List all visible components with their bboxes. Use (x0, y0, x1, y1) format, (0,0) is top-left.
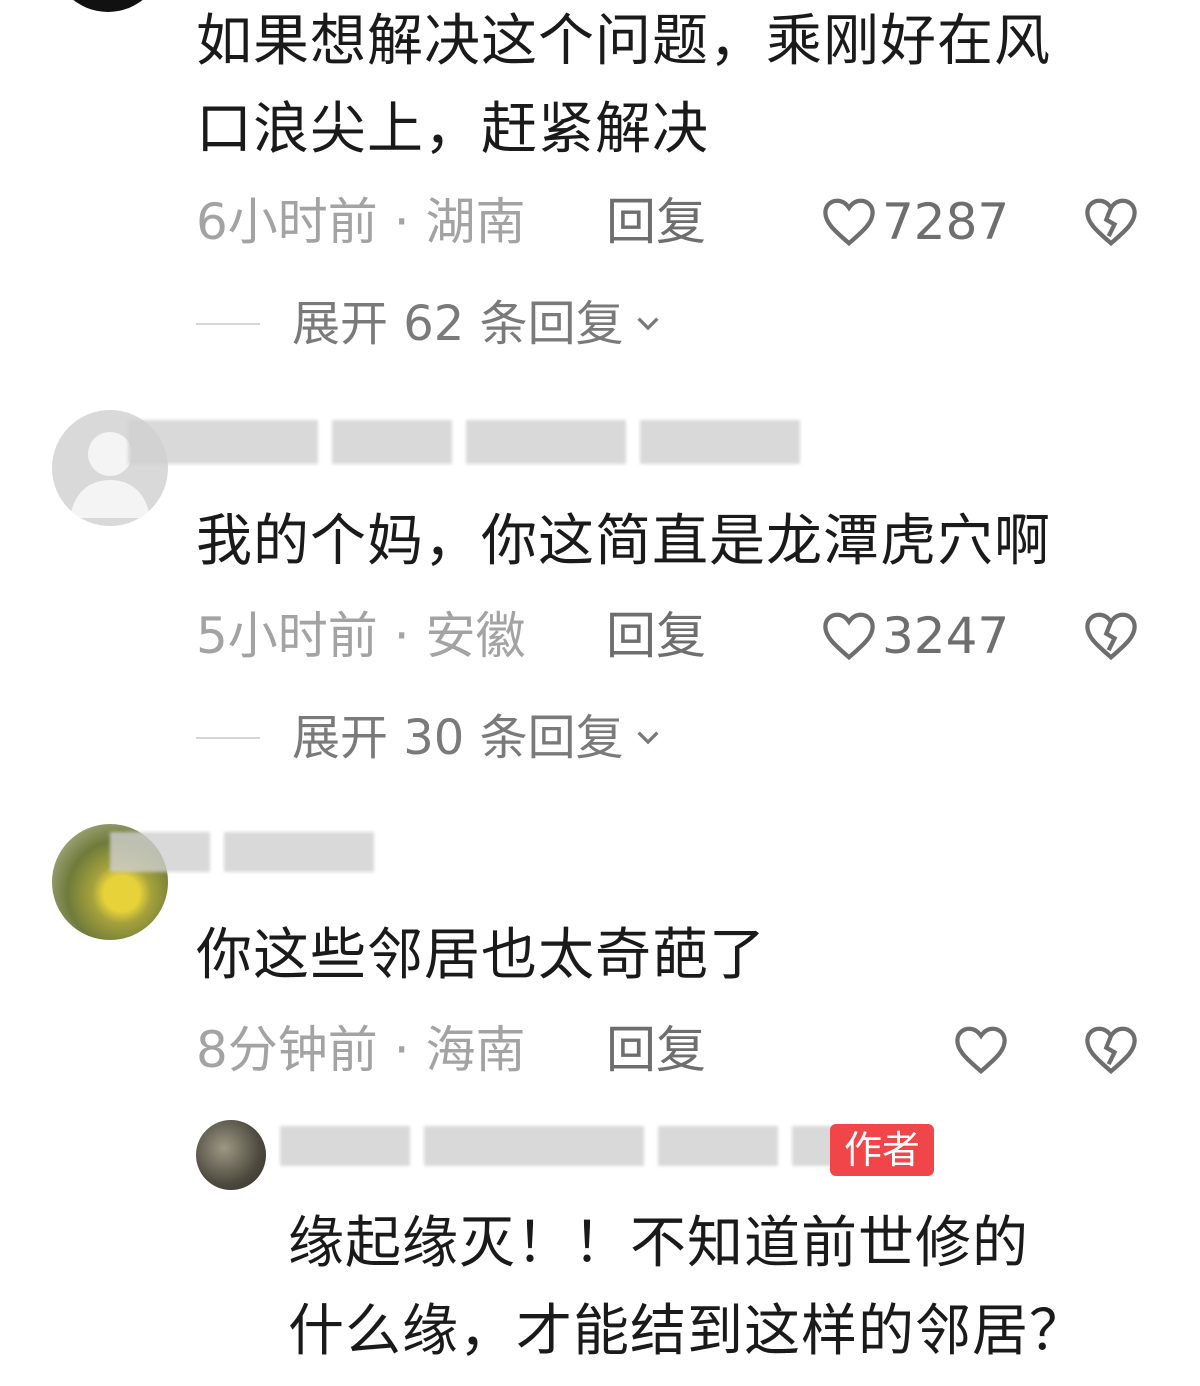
avatar[interactable] (52, 0, 164, 12)
dislike-button[interactable] (1082, 196, 1140, 252)
comment-text: 你这些邻居也太奇葩了 (196, 923, 766, 988)
chevron-down-icon (637, 731, 659, 745)
username-blurred[interactable] (110, 832, 374, 872)
username-blurred[interactable] (128, 420, 800, 464)
reply-button[interactable]: 回复 (606, 606, 706, 666)
broken-heart-icon (1085, 198, 1137, 247)
divider (196, 737, 260, 739)
like-button[interactable]: 7287 (820, 192, 1009, 252)
expand-replies-button[interactable]: 展开 30 条回复 (196, 708, 664, 768)
dislike-button[interactable] (1082, 1024, 1140, 1080)
reply-button[interactable]: 回复 (606, 192, 706, 252)
chevron-down-icon (637, 317, 659, 331)
expand-replies-label: 展开 30 条回复 (292, 710, 624, 766)
broken-heart-icon (1085, 612, 1137, 661)
dislike-button[interactable] (1082, 610, 1140, 666)
reply-text: 缘起缘灭！！不知道前世修的 什么缘，才能结到这样的邻居？ (288, 1211, 1086, 1364)
like-button[interactable]: 3247 (820, 606, 1009, 666)
expand-replies-button[interactable]: 展开 62 条回复 (196, 294, 664, 354)
heart-outline-icon (955, 1026, 1007, 1075)
comment-text: 我的个妈，你这简直是龙潭虎穴啊 (196, 509, 1051, 574)
reply-button[interactable]: 回复 (606, 1020, 706, 1080)
expand-replies-label: 展开 62 条回复 (292, 296, 624, 352)
comment-meta: 6小时前 · 湖南 (196, 193, 526, 251)
author-username-blurred[interactable] (280, 1126, 852, 1166)
like-count: 3247 (882, 607, 1010, 665)
author-badge: 作者 (830, 1124, 935, 1176)
broken-heart-icon (1085, 1026, 1137, 1075)
comment-meta: 8分钟前 · 海南 (196, 1021, 526, 1079)
comment-text: 如果想解决这个问题，乘刚好在风 口浪尖上，赶紧解决 (196, 9, 1051, 162)
like-button[interactable] (952, 1024, 1010, 1080)
comment-meta: 5小时前 · 安徽 (196, 607, 526, 665)
heart-outline-icon (823, 198, 875, 247)
author-avatar[interactable] (196, 1120, 266, 1190)
divider (196, 323, 260, 325)
heart-outline-icon (823, 612, 875, 661)
like-count: 7287 (882, 193, 1010, 251)
